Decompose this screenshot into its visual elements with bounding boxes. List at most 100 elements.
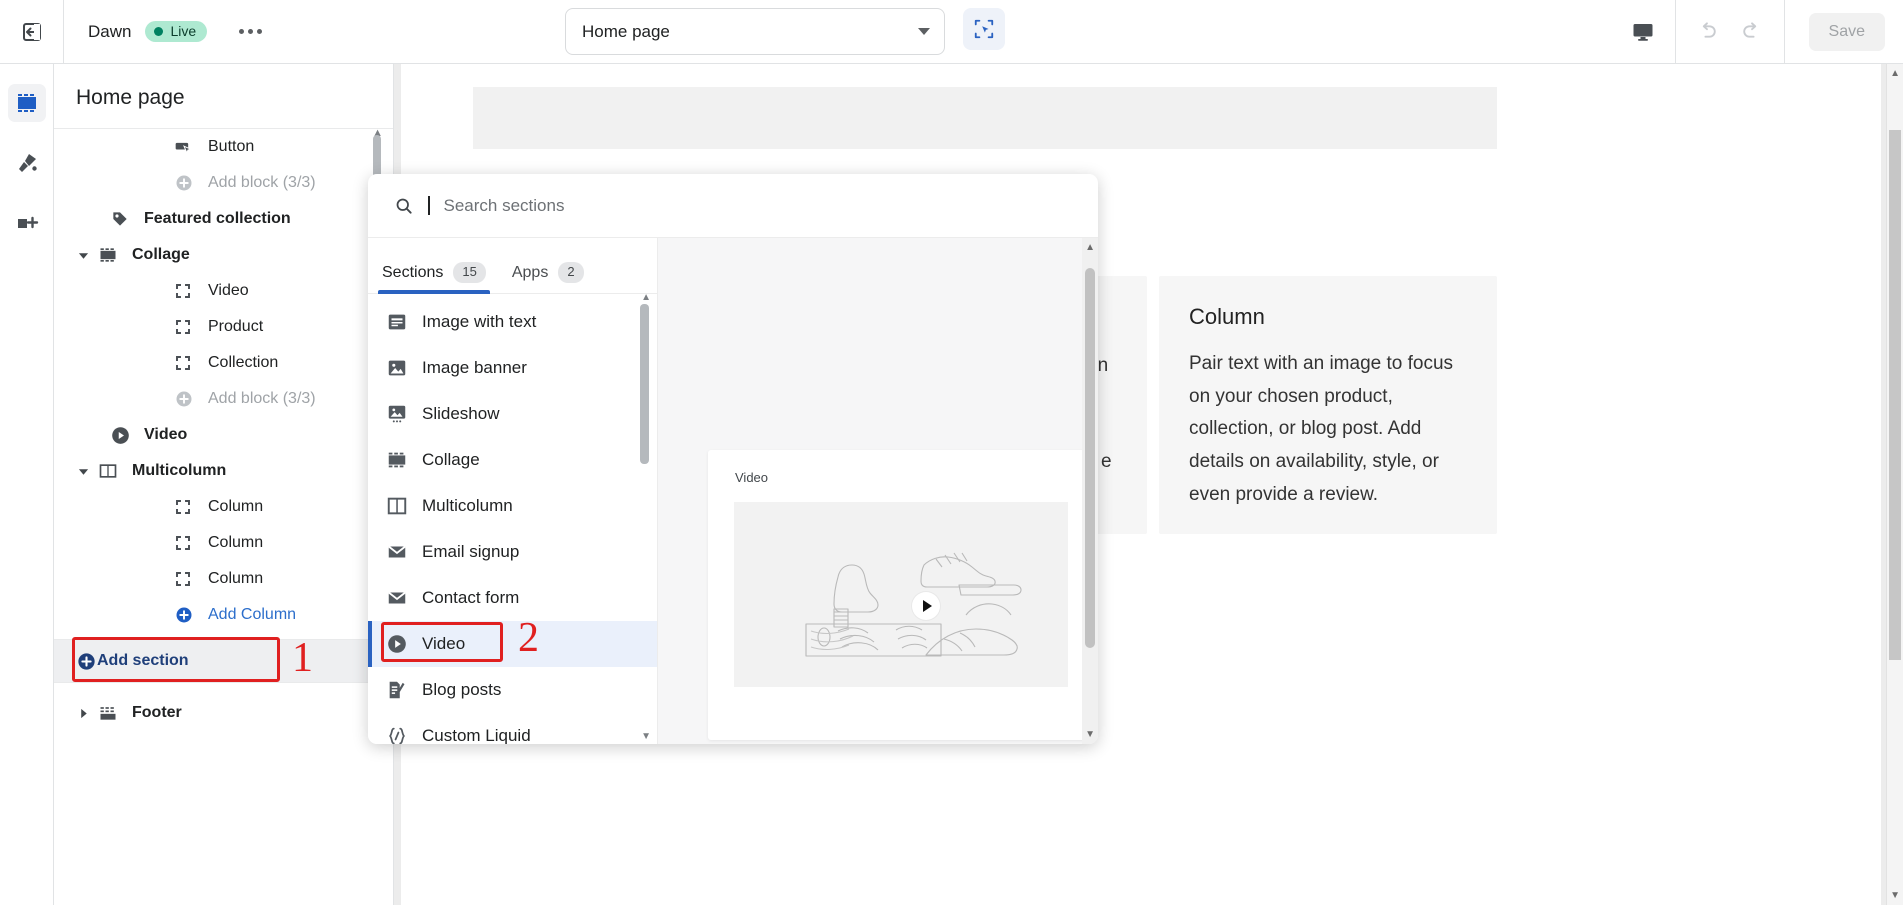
envelope-icon: [386, 541, 408, 563]
tree-item-column-block[interactable]: Column: [54, 525, 393, 561]
undo-icon: [1702, 22, 1716, 38]
preview-scrollbar[interactable]: ▲ ▼: [1886, 64, 1903, 905]
exit-editor-button[interactable]: [0, 0, 64, 63]
undo-button[interactable]: [1686, 10, 1730, 54]
section-tree: ▲ Button Add block (3/3) Featured collec…: [54, 129, 393, 891]
caret-down-icon[interactable]: [76, 466, 90, 477]
scroll-down-arrow-icon[interactable]: ▼: [1890, 890, 1900, 901]
tag-icon: [110, 209, 136, 229]
more-options-button[interactable]: [233, 17, 267, 47]
plus-circle-icon: [174, 173, 200, 193]
tree-item-collage[interactable]: Collage: [54, 237, 393, 273]
section-option-label: Image banner: [422, 358, 527, 377]
left-icon-rail: [0, 64, 54, 905]
paintbrush-icon: [18, 154, 37, 172]
live-dot-icon: [154, 26, 164, 36]
page-title: Home page: [54, 64, 393, 129]
preview-media: [734, 502, 1068, 687]
text-cursor: [428, 196, 430, 215]
tree-item-video-block[interactable]: Video: [54, 273, 393, 309]
tree-item-label: Collage: [132, 246, 190, 263]
search-input[interactable]: Search sections: [394, 196, 1098, 216]
plus-circle-blue-icon: [174, 605, 200, 625]
add-section-button[interactable]: Add section: [54, 639, 393, 683]
preview-column-text: Pair text with an image to focus on your…: [1189, 353, 1454, 505]
collage-icon: [98, 245, 124, 265]
scroll-up-arrow-icon[interactable]: ▲: [1890, 68, 1900, 79]
section-option-label: Blog posts: [422, 680, 502, 699]
tab-sections[interactable]: Sections 15: [378, 262, 490, 294]
selection-pointer-icon: [974, 19, 994, 39]
scroll-up-arrow-icon[interactable]: ▲: [1085, 242, 1095, 253]
block-frame-icon: [174, 318, 200, 336]
sidebar-item-theme-settings[interactable]: [8, 144, 46, 182]
section-option-image-with-text[interactable]: Image with text: [368, 299, 657, 345]
tree-item-footer[interactable]: Footer: [54, 695, 393, 731]
image-icon: [386, 357, 408, 379]
section-option-image-banner[interactable]: Image banner: [368, 345, 657, 391]
tree-item-column-block[interactable]: Column: [54, 561, 393, 597]
tab-label: Apps: [511, 263, 549, 281]
caret-right-icon[interactable]: [76, 708, 90, 719]
theme-editor: Dawn Live Home page Save Home page ▲ But…: [0, 0, 1903, 905]
section-option-blog-posts[interactable]: Blog posts: [368, 667, 657, 713]
tree-item-label: Collection: [208, 354, 279, 371]
tree-item-label: Multicolumn: [132, 462, 227, 479]
tree-item-featured-collection[interactable]: Featured collection: [54, 201, 393, 237]
inspector-tool-button[interactable]: [963, 8, 1005, 50]
modal-search-row: Search sections: [368, 174, 1098, 238]
sidebar-item-sections[interactable]: [7, 84, 46, 122]
tree-item-add-block[interactable]: Add block (3/3): [54, 165, 393, 201]
toolbar-divider: [1783, 0, 1785, 63]
tree-item-label: Footer: [132, 704, 182, 721]
blog-posts-icon: [386, 679, 408, 701]
section-option-video[interactable]: Video: [368, 621, 657, 667]
tree-item-collection-block[interactable]: Collection: [54, 345, 393, 381]
multicolumn-icon: [98, 461, 124, 481]
device-preview-button[interactable]: [1621, 10, 1665, 54]
save-button[interactable]: Save: [1808, 12, 1885, 51]
add-section-modal: Search sections Sections 15 Apps 2 ▲ ▼ I…: [368, 174, 1098, 744]
section-option-slideshow[interactable]: Slideshow: [368, 391, 657, 437]
slideshow-icon: [386, 403, 408, 425]
tree-item-label: Button: [208, 138, 255, 155]
preview-scrollbar-thumb[interactable]: [1889, 130, 1901, 660]
section-option-label: Collage: [422, 450, 480, 469]
envelope-icon: [386, 587, 408, 609]
tree-item-column-block[interactable]: Column: [54, 489, 393, 525]
section-option-multicolumn[interactable]: Multicolumn: [368, 483, 657, 529]
section-option-collage[interactable]: Collage: [368, 437, 657, 483]
tree-item-add-block[interactable]: Add block (3/3): [54, 381, 393, 417]
tree-item-button[interactable]: Button: [54, 129, 393, 165]
sidebar-item-app-embeds[interactable]: [8, 204, 46, 242]
block-frame-icon: [174, 282, 200, 300]
app-blocks-icon: [17, 216, 38, 229]
add-column-button[interactable]: Add Column: [54, 597, 393, 633]
block-frame-icon: [174, 354, 200, 372]
scroll-down-arrow-icon[interactable]: ▼: [1085, 729, 1095, 740]
theme-name: Dawn: [88, 21, 132, 41]
section-option-email-signup[interactable]: Email signup: [368, 529, 657, 575]
modal-tabs: Sections 15 Apps 2: [368, 238, 657, 294]
section-option-label: Custom Liquid: [422, 726, 531, 744]
tree-item-multicolumn[interactable]: Multicolumn: [54, 453, 393, 489]
page-selector-value: Home page: [582, 21, 670, 41]
custom-liquid-icon: [386, 725, 408, 744]
play-button[interactable]: [912, 592, 940, 620]
tab-count-badge: 15: [453, 262, 486, 283]
tree-item-product-block[interactable]: Product: [54, 309, 393, 345]
tab-apps[interactable]: Apps 2: [512, 262, 584, 293]
page-selector[interactable]: Home page: [565, 8, 945, 55]
live-badge-label: Live: [170, 23, 197, 39]
caret-down-icon[interactable]: [76, 250, 90, 261]
section-option-contact-form[interactable]: Contact form: [368, 575, 657, 621]
preview-column-title: Column: [1189, 304, 1265, 329]
redo-button[interactable]: [1730, 10, 1774, 54]
block-frame-icon: [174, 570, 200, 588]
play-circle-icon: [110, 425, 136, 446]
modal-preview-scrollbar[interactable]: ▲ ▼: [1082, 238, 1098, 744]
section-option-custom-liquid[interactable]: Custom Liquid: [368, 713, 657, 744]
modal-preview-scrollbar-thumb[interactable]: [1085, 268, 1095, 648]
tree-item-video-section[interactable]: Video: [54, 417, 393, 453]
more-horizontal-icon: [238, 29, 244, 34]
